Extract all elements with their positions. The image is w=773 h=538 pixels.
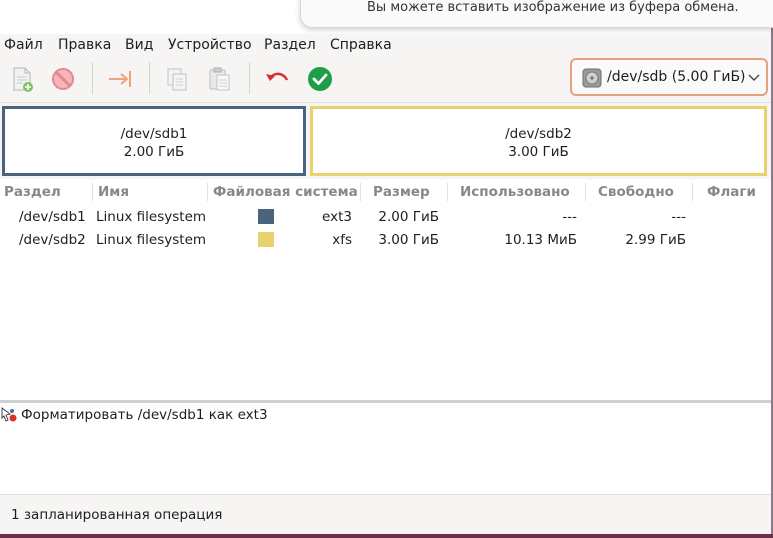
desktop-background: [0, 534, 773, 538]
cell-size: 3.00 ГиБ: [378, 232, 439, 248]
toolbar-separator: [249, 62, 250, 94]
filesystem-color-swatch: [258, 209, 274, 224]
column-separator: [585, 183, 586, 201]
delete-icon: [52, 68, 74, 90]
cell-filesystem: xfs: [332, 232, 352, 248]
cell-free: 2.99 ГиБ: [625, 232, 686, 248]
format-operation-icon: [1, 407, 17, 422]
partition-map: /dev/sdb1 2.00 ГиБ /dev/sdb2 3.00 ГиБ: [0, 103, 771, 179]
copy-icon: [167, 68, 187, 91]
paste-button[interactable]: [206, 65, 234, 93]
cell-filesystem: ext3: [322, 209, 352, 225]
menu-edit[interactable]: Правка: [58, 37, 111, 53]
menu-help[interactable]: Справка: [330, 37, 392, 53]
apply-check-icon: [308, 67, 332, 91]
menu-file[interactable]: Файл: [4, 37, 43, 53]
resize-move-button[interactable]: [106, 65, 134, 93]
column-separator: [692, 183, 693, 201]
device-label: /dev/sdb (5.00 ГиБ): [607, 69, 746, 85]
new-partition-icon: [13, 67, 33, 92]
device-selector[interactable]: /dev/sdb (5.00 ГиБ): [570, 58, 768, 96]
status-text: 1 запланированная операция: [11, 507, 223, 523]
column-header-filesystem[interactable]: Файловая система: [213, 184, 358, 200]
resize-move-icon: [109, 71, 131, 87]
notification-banner[interactable]: Вы можете вставить изображение из буфера…: [300, 0, 773, 28]
toolbar: /dev/sdb (5.00 ГиБ): [0, 56, 771, 103]
cell-partition: /dev/sdb1: [19, 209, 86, 225]
cell-name: Linux filesystem: [96, 232, 207, 248]
table-row[interactable]: /dev/sdb2 Linux filesystem xfs 3.00 ГиБ …: [0, 228, 771, 251]
column-separator: [360, 183, 361, 201]
chevron-down-icon: [748, 74, 760, 81]
table-row[interactable]: /dev/sdb1 Linux filesystem ext3 2.00 ГиБ…: [0, 205, 771, 228]
toolbar-separator: [92, 62, 93, 94]
column-header-name[interactable]: Имя: [98, 184, 129, 200]
column-header-flags[interactable]: Флаги: [707, 184, 756, 200]
column-header-size[interactable]: Размер: [373, 184, 430, 200]
cell-size: 2.00 ГиБ: [378, 209, 439, 225]
partition-block-size: 3.00 ГиБ: [508, 144, 569, 160]
cell-name: Linux filesystem: [96, 209, 207, 225]
cell-used: ---: [562, 209, 577, 225]
undo-icon: [266, 72, 289, 81]
delete-partition-button[interactable]: [49, 65, 77, 93]
partition-block-name: /dev/sdb2: [505, 126, 572, 142]
column-header-free[interactable]: Свободно: [598, 184, 674, 200]
column-separator: [447, 183, 448, 201]
copy-button[interactable]: [163, 65, 191, 93]
column-separator: [92, 183, 93, 201]
toolbar-separator: [149, 62, 150, 94]
column-separator: [207, 183, 208, 201]
column-header-used[interactable]: Использовано: [460, 184, 570, 200]
disk-icon: [582, 68, 602, 88]
partition-block-sdb1[interactable]: /dev/sdb1 2.00 ГиБ: [2, 106, 306, 176]
new-partition-button[interactable]: [8, 65, 36, 93]
undo-button[interactable]: [263, 65, 291, 93]
apply-button[interactable]: [306, 65, 334, 93]
column-header-partition[interactable]: Раздел: [4, 184, 61, 200]
partition-block-name: /dev/sdb1: [120, 126, 188, 142]
cell-free: ---: [671, 209, 686, 225]
operation-text: Форматировать /dev/sdb1 как ext3: [21, 407, 268, 423]
partition-list: Раздел Имя Файловая система Размер Испол…: [0, 180, 771, 400]
menu-view[interactable]: Вид: [125, 37, 153, 53]
pending-operations-pane: Форматировать /dev/sdb1 как ext3: [0, 403, 771, 493]
status-bar: 1 запланированная операция: [0, 494, 771, 535]
menu-bar: Файл Правка Вид Устройство Раздел Справк…: [0, 34, 771, 56]
filesystem-color-swatch: [258, 232, 274, 247]
menu-device[interactable]: Устройство: [168, 37, 252, 53]
menu-partition[interactable]: Раздел: [264, 37, 316, 53]
cell-used: 10.13 МиБ: [504, 232, 577, 248]
partition-block-size: 2.00 ГиБ: [123, 144, 185, 160]
notification-text: Вы можете вставить изображение из буфера…: [367, 0, 739, 15]
partition-block-sdb2[interactable]: /dev/sdb2 3.00 ГиБ: [310, 106, 767, 176]
paste-icon: [209, 67, 230, 91]
cell-partition: /dev/sdb2: [19, 232, 86, 248]
